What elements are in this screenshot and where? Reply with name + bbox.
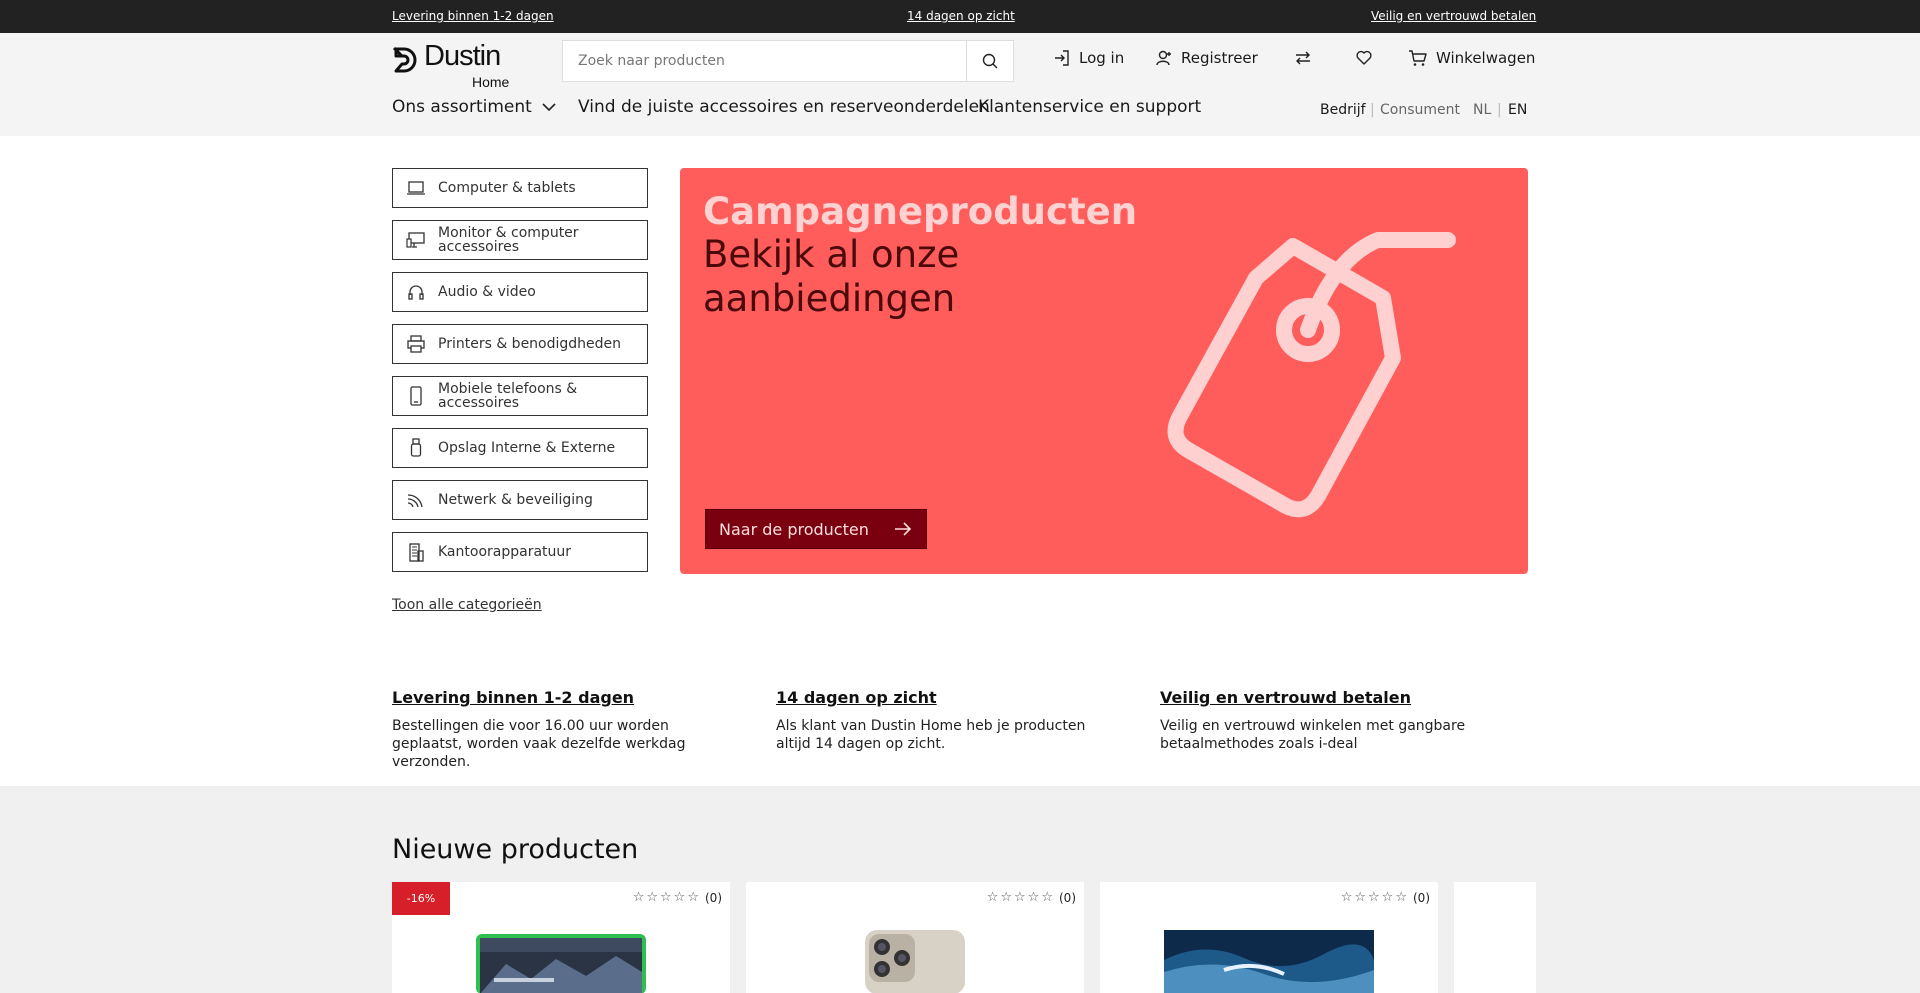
- tv-image: [1164, 930, 1374, 993]
- topbar-payment-link[interactable]: Veilig en vertrouwd betalen: [1371, 9, 1536, 23]
- wifi-icon: [393, 491, 438, 509]
- search-box: [562, 40, 1014, 82]
- category-computers[interactable]: Computer & tablets: [392, 168, 648, 208]
- new-products-section: Nieuwe producten -16% ☆☆☆☆☆ (0) ☆☆☆☆☆ (0…: [0, 786, 1920, 993]
- star-rating-icon: ☆☆☆☆☆: [1340, 890, 1409, 905]
- search-button[interactable]: [967, 41, 1013, 81]
- product-card[interactable]: -16% ☆☆☆☆☆ (0): [392, 882, 730, 993]
- login-label: Log in: [1079, 49, 1125, 67]
- usp-title[interactable]: Levering binnen 1-2 dagen: [392, 688, 732, 707]
- language-en[interactable]: EN: [1508, 102, 1527, 118]
- nav-assortment[interactable]: Ons assortiment: [392, 97, 556, 117]
- usp-title[interactable]: Veilig en vertrouwd betalen: [1160, 688, 1480, 707]
- logo-sub: Home: [472, 74, 510, 90]
- announcement-bar: Levering binnen 1-2 dagen 14 dagen op zi…: [0, 0, 1920, 33]
- product-card[interactable]: ☆☆☆☆☆ (0): [1100, 882, 1438, 993]
- laptop-icon: [393, 180, 438, 196]
- nav-accessories[interactable]: Vind de juiste accessoires en reserveond…: [578, 97, 990, 117]
- monitor-icon: [393, 231, 438, 249]
- search-icon: [982, 53, 998, 69]
- product-card[interactable]: ☆☆☆☆☆ (0): [746, 882, 1084, 993]
- usp-returns: 14 dagen op zicht Als klant van Dustin H…: [776, 688, 1116, 753]
- smartphone-image: [865, 930, 965, 993]
- category-monitors[interactable]: Monitor & computer accessoires: [392, 220, 648, 260]
- category-mobile[interactable]: Mobiele telefoons & accessoires: [392, 376, 648, 416]
- category-label: Monitor & computer accessoires: [438, 225, 579, 255]
- login-button[interactable]: Log in: [1053, 49, 1124, 67]
- product-rating: ☆☆☆☆☆ (0): [633, 890, 722, 905]
- logo-mark-icon: [392, 46, 417, 73]
- wishlist-button[interactable]: [1355, 49, 1381, 67]
- category-storage[interactable]: Opslag Interne & Externe: [392, 428, 648, 468]
- section-title: Nieuwe producten: [392, 834, 639, 865]
- category-audio-video[interactable]: Audio & video: [392, 272, 648, 312]
- category-label: Printers & benodigdheden: [438, 336, 622, 352]
- category-label: Netwerk & beveiliging: [438, 492, 593, 508]
- topbar-return-link[interactable]: 14 dagen op zicht: [907, 9, 1015, 23]
- segment-consumer[interactable]: Consument: [1380, 102, 1460, 118]
- hero-subtitle: Bekijk al onze aanbiedingen: [703, 233, 960, 320]
- tablet-image: [476, 934, 646, 993]
- category-label: Computer & tablets: [438, 180, 576, 196]
- segment-business[interactable]: Bedrijf: [1320, 102, 1366, 118]
- review-count: (0): [1413, 890, 1430, 905]
- usp-text: Als klant van Dustin Home heb je product…: [776, 718, 1086, 752]
- language-nl[interactable]: NL: [1473, 102, 1491, 118]
- star-rating-icon: ☆☆☆☆☆: [632, 890, 701, 905]
- usp-text: Bestellingen die voor 16.00 uur worden g…: [392, 718, 686, 770]
- office-building-icon: [393, 542, 438, 562]
- user-add-icon: [1156, 50, 1171, 66]
- hero-cta-button[interactable]: Naar de producten: [705, 509, 927, 549]
- category-label: Audio & video: [438, 284, 536, 300]
- arrow-right-icon: [895, 522, 912, 536]
- login-icon: [1055, 50, 1069, 66]
- usp-title[interactable]: 14 dagen op zicht: [776, 688, 1116, 707]
- hero-title: Campagneproducten: [703, 190, 1138, 233]
- category-printers[interactable]: Printers & benodigdheden: [392, 324, 648, 364]
- logo-word: Dustin: [424, 40, 501, 72]
- phone-icon: [393, 386, 438, 406]
- language-separator: |: [1497, 102, 1502, 118]
- site-header: Dustin Home Log in Registreer: [0, 33, 1920, 136]
- show-all-categories-link[interactable]: Toon alle categorieën: [392, 597, 542, 613]
- printer-icon: [393, 335, 438, 353]
- register-label: Registreer: [1181, 49, 1258, 67]
- usp-delivery: Levering binnen 1-2 dagen Bestellingen d…: [392, 688, 732, 771]
- usp-payment: Veilig en vertrouwd betalen Veilig en ve…: [1160, 688, 1480, 753]
- topbar-delivery-link[interactable]: Levering binnen 1-2 dagen: [392, 9, 554, 23]
- compare-arrows-icon: [1296, 51, 1310, 65]
- price-tag-icon: [1167, 232, 1456, 518]
- cart-button[interactable]: Winkelwagen: [1408, 49, 1535, 67]
- review-count: (0): [705, 890, 722, 905]
- campaign-banner[interactable]: Campagneproducten Bekijk al onze aanbied…: [680, 168, 1528, 574]
- product-rating: ☆☆☆☆☆ (0): [1341, 890, 1430, 905]
- product-card-partial[interactable]: [1454, 882, 1536, 993]
- discount-badge: -16%: [392, 882, 450, 915]
- category-network[interactable]: Netwerk & beveiliging: [392, 480, 648, 520]
- dustin-home-logo[interactable]: Dustin Home: [392, 40, 522, 90]
- compare-button[interactable]: [1294, 49, 1320, 67]
- category-label: Mobiele telefoons & accessoires: [438, 381, 578, 411]
- cart-icon: [1409, 50, 1427, 66]
- search-input[interactable]: [563, 41, 967, 81]
- headphones-icon: [393, 283, 438, 301]
- cart-label: Winkelwagen: [1436, 49, 1536, 67]
- review-count: (0): [1059, 890, 1076, 905]
- category-label: Kantoorapparatuur: [438, 544, 572, 560]
- heart-icon: [1356, 50, 1372, 65]
- segment-separator: |: [1370, 102, 1375, 118]
- hero-cta-label: Naar de producten: [719, 519, 869, 539]
- usb-drive-icon: [393, 438, 438, 458]
- product-rating: ☆☆☆☆☆ (0): [987, 890, 1076, 905]
- nav-service[interactable]: Klantenservice en support: [978, 97, 1201, 117]
- nav-assortment-label: Ons assortiment: [392, 97, 532, 117]
- usp-text: Veilig en vertrouwd winkelen met gangbar…: [1160, 718, 1466, 752]
- category-label: Opslag Interne & Externe: [438, 440, 616, 456]
- chevron-down-icon: [542, 102, 556, 111]
- category-office[interactable]: Kantoorapparatuur: [392, 532, 648, 572]
- register-button[interactable]: Registreer: [1155, 49, 1258, 67]
- star-rating-icon: ☆☆☆☆☆: [986, 890, 1055, 905]
